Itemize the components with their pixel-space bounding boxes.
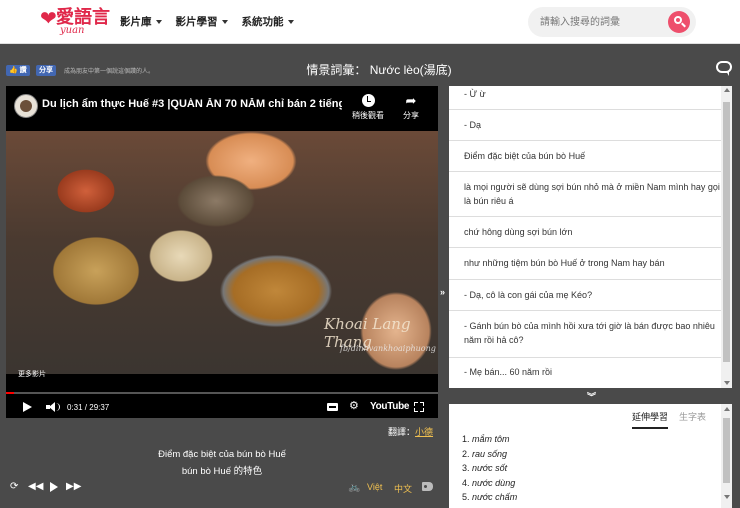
subtitle-list: - Ừ ừ - Dạ Điểm đặc biệt của bún bò Huế … xyxy=(449,86,732,388)
subtitle-controls: ⟳ ◀◀ ▶▶ 🚲 Việt 中文 xyxy=(6,479,438,497)
caret-down-icon xyxy=(155,19,162,24)
search-button[interactable] xyxy=(668,11,690,33)
translator-credit: 翻譯：小德 xyxy=(388,425,433,438)
video-share-button[interactable]: ➦ 分享 xyxy=(396,94,426,121)
heart-logo-icon: ❤ xyxy=(40,8,57,30)
tag-icon[interactable] xyxy=(422,482,433,491)
list-item[interactable]: - Ừ ừ xyxy=(449,86,721,110)
subtitle-play-icon[interactable] xyxy=(50,482,58,492)
vocab-item[interactable]: 5. nước chấm xyxy=(462,490,517,505)
search-input[interactable] xyxy=(540,14,660,30)
nav-label: 影片學習 xyxy=(175,16,218,28)
logo-subtext: yuan xyxy=(60,25,85,36)
video-player[interactable]: Khoai Lang Thang fb/dinhvankhoaiphuong D… xyxy=(6,86,438,418)
video-title-bar: Du lịch ẩm thực Huế #3 |QUÁN ĂN 70 NĂM c… xyxy=(6,86,438,131)
nav-video-library[interactable]: 影片庫 xyxy=(120,14,162,29)
tab-extended-learning[interactable]: 延伸學習 xyxy=(632,410,669,429)
current-subtitle-zh: bún bò Huế 的特色 xyxy=(181,466,263,477)
main-nav: 影片庫 影片學習 系統功能 xyxy=(120,14,294,29)
caret-down-icon xyxy=(287,19,294,24)
gear-icon[interactable]: ⚙ xyxy=(349,401,359,412)
nav-video-learning[interactable]: 影片學習 xyxy=(176,14,228,29)
next-icon[interactable]: ▶▶ xyxy=(66,481,81,493)
vocab-item[interactable]: 1. mắm tôm xyxy=(462,432,517,447)
vocab-word-list: 1. mắm tôm 2. rau sống 3. nước sốt 4. nư… xyxy=(462,432,517,505)
repeat-icon[interactable]: ⟳ xyxy=(10,481,18,493)
list-item[interactable]: Điểm đặc biệt của bún bò Huế xyxy=(449,141,721,172)
fullscreen-icon[interactable] xyxy=(414,402,424,412)
scroll-up-icon[interactable] xyxy=(724,88,730,92)
expand-panel-icon[interactable]: » xyxy=(440,287,445,297)
scroll-down-icon[interactable] xyxy=(724,495,730,499)
lang-vi-toggle[interactable]: Việt xyxy=(367,482,382,492)
tab-vocabulary-list[interactable]: 生字表 xyxy=(679,410,706,423)
list-item[interactable]: chứ hông dùng sợi bún lớn xyxy=(449,217,721,248)
list-item[interactable]: - Dạ xyxy=(449,110,721,141)
chat-bubble-icon[interactable] xyxy=(716,61,732,76)
captions-icon[interactable] xyxy=(327,403,338,411)
current-subtitle-vi: Điểm đặc biệt của bún bò Huế xyxy=(158,449,286,460)
watch-later-button[interactable]: 稍後觀看 xyxy=(350,94,386,121)
vocab-item[interactable]: 4. nước dùng xyxy=(462,476,517,491)
list-item[interactable]: là mọi người sẽ dùng sợi bún nhỏ mà ở mi… xyxy=(449,172,721,217)
translator-label: 翻譯： xyxy=(388,427,416,437)
vocab-panel: 延伸學習 生字表 1. mắm tôm 2. rau sống 3. nước … xyxy=(449,404,732,508)
lang-zh-toggle[interactable]: 中文 xyxy=(394,482,412,495)
vocab-item[interactable]: 2. rau sống xyxy=(462,447,517,462)
search-icon-handle xyxy=(681,22,686,28)
list-item[interactable]: như những tiệm bún bò Huế ở trong Nam ha… xyxy=(449,248,721,280)
page-title: 情景詞彙： Nước lèo(湯底) xyxy=(306,63,452,77)
search-box xyxy=(528,7,696,37)
scroll-down-icon[interactable] xyxy=(724,381,730,385)
player-controls: 0:31 / 29:37 ⚙ YouTube xyxy=(6,394,438,418)
volume-icon[interactable] xyxy=(46,402,60,412)
subtitle-list-scroll-thumb[interactable] xyxy=(723,102,730,362)
vocab-item[interactable]: 3. nước sốt xyxy=(462,461,517,476)
list-item[interactable]: - Mẹ bán... 60 năm rồi xyxy=(449,358,721,388)
nav-system-functions[interactable]: 系統功能 xyxy=(242,14,294,29)
double-chevron-down-icon[interactable]: ︾ xyxy=(587,390,596,403)
time-display: 0:31 / 29:37 xyxy=(67,403,110,412)
site-logo[interactable]: ❤ 愛語言 yuan xyxy=(40,6,112,38)
video-watermark-sub: fb/dinhvankhoaiphuong xyxy=(340,344,436,353)
nav-label: 系統功能 xyxy=(241,16,284,28)
play-icon[interactable] xyxy=(23,402,32,412)
translator-link[interactable]: 小德 xyxy=(415,427,433,437)
previous-icon[interactable]: ◀◀ xyxy=(28,481,43,493)
nav-label: 影片庫 xyxy=(120,16,152,28)
vocab-scroll-thumb[interactable] xyxy=(723,418,730,483)
watch-later-label: 稍後觀看 xyxy=(352,111,384,120)
channel-avatar[interactable] xyxy=(14,94,38,118)
speed-icon[interactable]: 🚲 xyxy=(348,482,360,493)
youtube-logo[interactable]: YouTube xyxy=(370,401,410,412)
clock-icon xyxy=(361,94,375,107)
caret-down-icon xyxy=(221,19,228,24)
more-videos-label[interactable]: 更多影片 xyxy=(18,369,46,379)
top-navbar: ❤ 愛語言 yuan 影片庫 影片學習 系統功能 xyxy=(0,0,740,44)
video-share-label: 分享 xyxy=(403,111,419,120)
share-arrow-icon: ➦ xyxy=(405,93,417,108)
scroll-up-icon[interactable] xyxy=(724,407,730,411)
list-item[interactable]: - Dạ, cô là con gái của mẹ Kéo? xyxy=(449,280,721,311)
list-item[interactable]: - Gánh bún bò của mình hồi xưa tới giờ l… xyxy=(449,311,721,358)
video-title[interactable]: Du lịch ẩm thực Huế #3 |QUÁN ĂN 70 NĂM c… xyxy=(42,98,342,110)
